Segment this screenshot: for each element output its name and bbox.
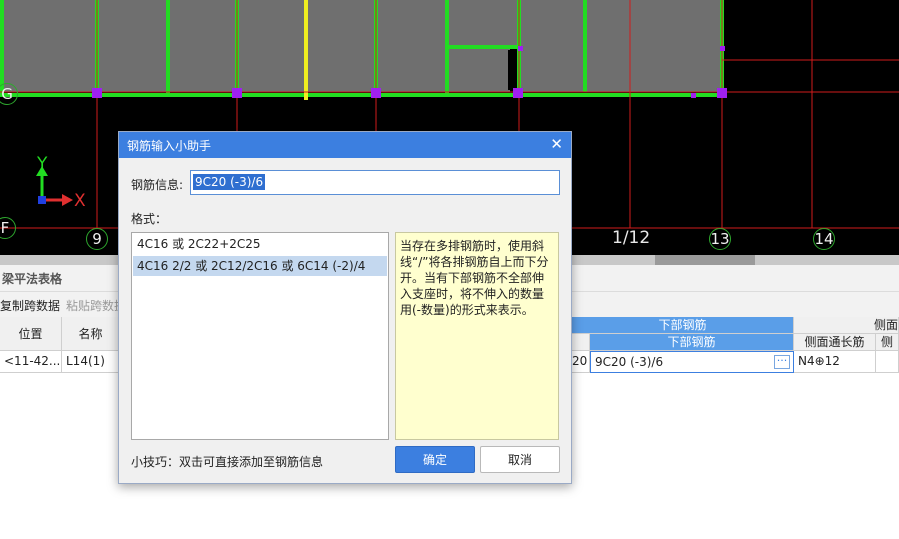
cell-side-through[interactable]: N4⊕12 (794, 351, 876, 373)
cancel-button[interactable]: 取消 (480, 446, 560, 473)
close-icon[interactable]: ✕ (550, 135, 563, 153)
header-side-extra: 侧 (876, 334, 899, 351)
header-position: 位置 (0, 317, 62, 351)
axis-col-14: 14 (813, 228, 835, 250)
cell-bottom-rebar-value: 9C20 (-3)/6 (595, 355, 664, 369)
rebar-input-assistant-dialog: 钢筋输入小助手 ✕ 钢筋信息: 9C20 (-3)/6 格式： 4C16 或 2… (118, 131, 572, 484)
column (508, 50, 517, 90)
copy-span-button[interactable]: 复制跨数据 (0, 297, 60, 314)
format-item[interactable]: 4C16 或 2C22+2C25 (133, 234, 387, 254)
ok-button[interactable]: 确定 (395, 446, 475, 473)
paste-span-button[interactable]: 粘贴跨数据 (66, 297, 126, 314)
cell-position[interactable]: <11-42... (0, 351, 62, 373)
axis-col-13: 13 (709, 228, 731, 250)
cell-partial[interactable]: 20 (572, 351, 590, 373)
header-side-group: 侧面 (794, 317, 899, 334)
header-side-through: 侧面通长筋 (794, 334, 876, 351)
cell-name[interactable]: L14(1) (62, 351, 120, 373)
rebar-info-value: 9C20 (-3)/6 (193, 174, 266, 190)
slab-regions (0, 0, 722, 92)
panel-title: 梁平法表格 (2, 272, 63, 286)
dialog-title: 钢筋输入小助手 (127, 139, 212, 153)
coord-x-label: X (74, 191, 86, 211)
ellipsis-icon[interactable]: ··· (774, 355, 790, 369)
splitter-handle[interactable] (655, 255, 755, 265)
dialog-titlebar[interactable]: 钢筋输入小助手 ✕ (119, 132, 571, 158)
coord-y-label: Y (37, 154, 48, 174)
axis-col-9: 9 (86, 228, 108, 250)
cell-bottom-rebar[interactable]: 9C20 (-3)/6 ··· (590, 351, 794, 373)
format-label: 格式： (131, 212, 168, 226)
header-bottom-rebar-group: 下部钢筋 (572, 317, 794, 334)
axis-col-1-12: 1/12 (612, 228, 651, 248)
header-bottom-rebar[interactable]: 下部钢筋 (590, 334, 794, 351)
format-tip: 当存在多排钢筋时，使用斜线“/”将各排钢筋自上而下分开。当有下部钢筋不全部伸入支… (395, 232, 559, 440)
format-list[interactable]: 4C16 或 2C22+2C25 4C16 2/2 或 2C12/2C16 或 … (131, 232, 389, 440)
header-name: 名称 (62, 317, 120, 351)
cell-side-extra[interactable] (876, 351, 899, 373)
format-item-selected[interactable]: 4C16 2/2 或 2C12/2C16 或 6C14 (-2)/4 (133, 256, 387, 276)
tip-hint: 小技巧：双击可直接添加至钢筋信息 (131, 455, 324, 469)
rebar-info-label: 钢筋信息: (131, 178, 184, 192)
